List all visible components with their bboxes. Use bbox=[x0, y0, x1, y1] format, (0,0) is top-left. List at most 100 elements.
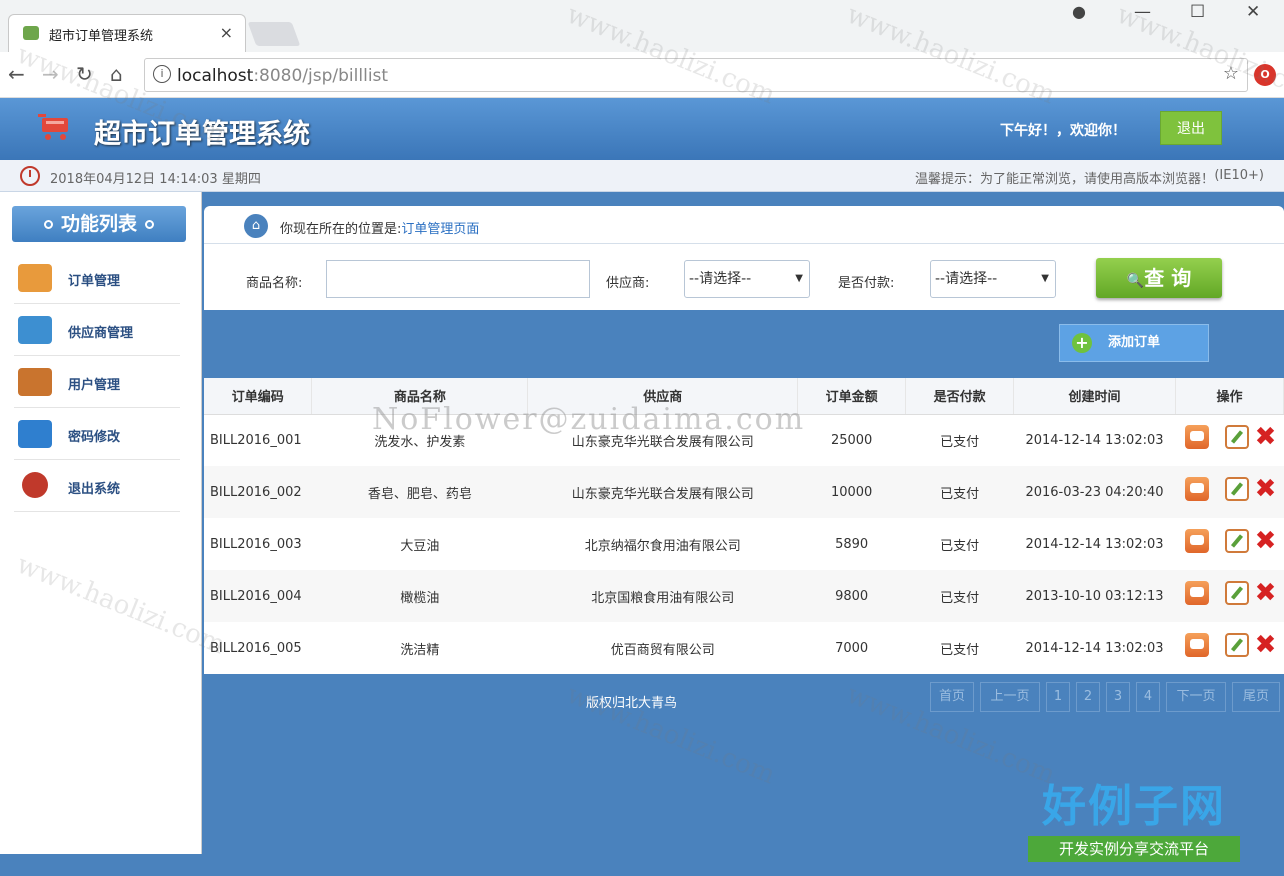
minimize-button[interactable]: — bbox=[1134, 2, 1151, 22]
url-path: :8080/jsp/billlist bbox=[253, 66, 389, 86]
ring-icon bbox=[43, 220, 53, 229]
column-header: 创建时间 bbox=[1013, 378, 1176, 415]
amount-cell: 5890 bbox=[835, 536, 869, 552]
home-icon[interactable]: ⌂ bbox=[110, 62, 123, 86]
forward-arrow-icon[interactable]: → bbox=[42, 62, 59, 86]
url-host: localhost bbox=[177, 66, 254, 86]
close-window-button[interactable]: ✕ bbox=[1246, 2, 1260, 22]
sidebar-item-label: 密码修改 bbox=[68, 430, 121, 445]
row-actions: ✖ bbox=[1181, 424, 1277, 451]
product-name-label: 商品名称: bbox=[246, 276, 303, 291]
address-bar[interactable]: i localhost:8080/jsp/billlist ☆ bbox=[144, 58, 1248, 92]
browser-toolbar: ← → ↻ ⌂ i localhost:8080/jsp/billlist ☆ … bbox=[0, 52, 1284, 98]
paid-select[interactable]: --请选择-- ▼ bbox=[930, 260, 1056, 298]
pager-prev[interactable]: 上一页 bbox=[980, 682, 1040, 712]
maximize-button[interactable]: ☐ bbox=[1190, 2, 1205, 22]
delete-icon[interactable]: ✖ bbox=[1253, 476, 1277, 502]
clock-icon bbox=[20, 166, 40, 186]
edit-icon[interactable] bbox=[1225, 425, 1250, 450]
supplier-selected: --请选择-- bbox=[689, 271, 752, 287]
column-header: 订单金额 bbox=[797, 378, 907, 415]
supplier-select[interactable]: --请选择-- ▼ bbox=[684, 260, 810, 298]
table-row: BILL2016_004 橄榄油 北京国粮食用油有限公司 9800 已支付 20… bbox=[204, 570, 1284, 622]
edit-icon[interactable] bbox=[1225, 581, 1250, 605]
query-button[interactable]: 🔍查 询 bbox=[1096, 258, 1222, 298]
view-icon[interactable] bbox=[1185, 529, 1210, 553]
delete-icon[interactable]: ✖ bbox=[1253, 424, 1277, 450]
view-icon[interactable] bbox=[1185, 581, 1210, 605]
delete-icon[interactable]: ✖ bbox=[1253, 632, 1277, 658]
browser-tab[interactable]: 超市订单管理系统 × bbox=[8, 14, 246, 52]
supplier-cell: 山东豪克华光联合发展有限公司 bbox=[527, 466, 798, 518]
sidebar-item-exit[interactable]: 退出系统 bbox=[14, 462, 180, 512]
browser-tabstrip: 超市订单管理系统 × ● — ☐ ✕ bbox=[0, 0, 1284, 52]
sidebar-item-suppliers[interactable]: 供应商管理 bbox=[14, 306, 180, 356]
logout-button[interactable]: 退出 bbox=[1160, 111, 1222, 145]
amount-cell: 10000 bbox=[797, 466, 906, 518]
query-button-label: 查 询 bbox=[1144, 266, 1192, 290]
password-icon bbox=[18, 420, 52, 448]
edit-icon[interactable] bbox=[1225, 477, 1250, 501]
edit-icon[interactable] bbox=[1225, 529, 1250, 553]
delete-icon[interactable]: ✖ bbox=[1253, 580, 1277, 606]
haolizi-logo: 好例子网 开发实例分享交流平台 bbox=[1028, 782, 1240, 862]
new-tab-button[interactable] bbox=[247, 22, 301, 46]
chevron-down-icon: ▼ bbox=[795, 273, 803, 284]
add-order-button[interactable]: + 添加订单 bbox=[1059, 324, 1209, 362]
product-cell: 大豆油 bbox=[400, 538, 440, 554]
search-bar: 商品名称: 供应商: --请选择-- ▼ 是否付款: --请选择-- ▼ 🔍查 … bbox=[204, 244, 1284, 310]
actions-cell: ✖ bbox=[1175, 570, 1284, 622]
edit-icon[interactable] bbox=[1225, 633, 1250, 657]
greeting-text: 下午好！，欢迎你！ bbox=[1000, 123, 1126, 139]
pager-page-4[interactable]: 4 bbox=[1136, 682, 1160, 712]
pager-next[interactable]: 下一页 bbox=[1166, 682, 1226, 712]
sidebar-item-users[interactable]: 用户管理 bbox=[14, 358, 180, 408]
paid-selected: --请选择-- bbox=[935, 271, 998, 287]
pager-last[interactable]: 尾页 bbox=[1232, 682, 1280, 712]
paid-cell: 已支付 bbox=[940, 642, 980, 658]
ring-icon bbox=[145, 220, 154, 229]
pager-first[interactable]: 首页 bbox=[930, 682, 974, 712]
browser-tip-text: 温馨提示：为了能正常浏览，请使用高版本浏览器！ bbox=[914, 172, 1214, 187]
sidebar-item-orders[interactable]: 订单管理 bbox=[14, 254, 180, 304]
back-arrow-icon[interactable]: ← bbox=[8, 62, 25, 86]
supplier-cell: 北京纳福尔食用油有限公司 bbox=[584, 538, 741, 554]
created-cell: 2013-10-10 03:12:13 bbox=[1013, 570, 1176, 622]
copyright-text: 版权归北大青鸟 bbox=[586, 696, 678, 711]
pager-page-3[interactable]: 3 bbox=[1106, 682, 1130, 712]
delete-icon[interactable]: ✖ bbox=[1253, 528, 1277, 554]
created-cell: 2014-12-14 13:02:03 bbox=[1025, 536, 1164, 552]
bill-code-cell: BILL2016_004 bbox=[204, 570, 312, 622]
sidebar-item-label: 用户管理 bbox=[68, 378, 121, 393]
app-header: 超市订单管理系统 下午好！，欢迎你！ 退出 bbox=[0, 98, 1284, 160]
breadcrumb: ⌂ 你现在所在的位置是:订单管理页面 bbox=[204, 206, 1284, 244]
close-tab-icon[interactable]: × bbox=[220, 23, 233, 42]
view-icon[interactable] bbox=[1185, 477, 1210, 501]
breadcrumb-current[interactable]: 订单管理页面 bbox=[401, 222, 479, 237]
actions-cell: ✖ bbox=[1175, 466, 1284, 518]
home-icon: ⌂ bbox=[244, 214, 268, 238]
created-cell: 2014-12-14 13:02:03 bbox=[1025, 432, 1164, 448]
pager-page-1[interactable]: 1 bbox=[1046, 682, 1070, 712]
extension-icon[interactable]: O bbox=[1254, 64, 1276, 86]
info-bar: 2018年04月12日 14:14:03 星期四 温馨提示：为了能正常浏览，请使… bbox=[0, 160, 1284, 192]
product-cell: 橄榄油 bbox=[311, 570, 528, 622]
action-band: + 添加订单 bbox=[204, 310, 1284, 378]
info-icon[interactable]: i bbox=[153, 65, 171, 83]
sidebar-item-password[interactable]: 密码修改 bbox=[14, 410, 180, 460]
reload-icon[interactable]: ↻ bbox=[76, 62, 93, 86]
actions-cell: ✖ bbox=[1175, 414, 1283, 466]
table-row: BILL2016_003 大豆油 北京纳福尔食用油有限公司 5890 已支付 2… bbox=[204, 518, 1284, 570]
url-text: localhost:8080/jsp/billlist bbox=[177, 66, 388, 86]
view-icon[interactable] bbox=[1185, 425, 1210, 450]
bookmark-star-icon[interactable]: ☆ bbox=[1223, 63, 1239, 84]
view-icon[interactable] bbox=[1185, 633, 1210, 657]
actions-cell: ✖ bbox=[1175, 518, 1283, 570]
pager-page-2[interactable]: 2 bbox=[1076, 682, 1100, 712]
app-title: 超市订单管理系统 bbox=[94, 119, 310, 150]
sidebar-item-label: 订单管理 bbox=[68, 274, 121, 289]
supplier-label: 供应商: bbox=[606, 276, 650, 291]
paid-cell: 已支付 bbox=[940, 538, 980, 554]
account-icon[interactable]: ● bbox=[1072, 2, 1086, 21]
product-name-input[interactable] bbox=[326, 260, 590, 298]
